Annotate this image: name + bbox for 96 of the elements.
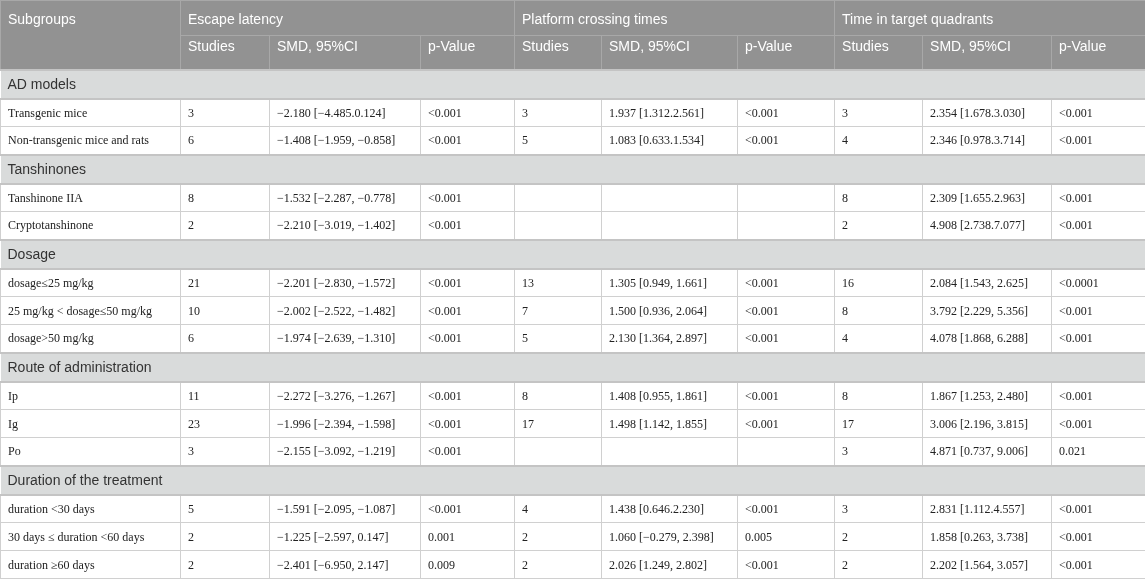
table-cell: <0.001 — [420, 296, 515, 325]
table-cell: 21 — [180, 268, 270, 297]
table-cell: <0.001 — [737, 98, 835, 127]
table-cell: Ip — [0, 381, 181, 410]
column-header: Escape latency — [180, 0, 515, 36]
table-cell: 1.937 [1.312.2.561] — [601, 98, 738, 127]
table-cell: <0.001 — [420, 409, 515, 438]
column-header: p-Value — [420, 35, 515, 70]
table-cell: 1.305 [0.949, 1.661] — [601, 268, 738, 297]
table-cell: 13 — [514, 268, 602, 297]
table-cell: <0.001 — [737, 268, 835, 297]
table-cell: <0.001 — [737, 381, 835, 410]
table-cell: 16 — [834, 268, 923, 297]
table-cell: −2.180 [−4.485.0.124] — [269, 98, 421, 127]
table-cell: <0.001 — [420, 381, 515, 410]
table-cell: 1.498 [1.142, 1.855] — [601, 409, 738, 438]
column-header: p-Value — [737, 35, 835, 70]
table-cell: 2 — [514, 522, 602, 551]
table-cell: 23 — [180, 409, 270, 438]
table-cell: 2.084 [1.543, 2.625] — [922, 268, 1052, 297]
table-cell: 8 — [834, 183, 923, 212]
table-cell: 2 — [180, 550, 270, 579]
table-cell: <0.001 — [420, 268, 515, 297]
table-cell: Ig — [0, 409, 181, 438]
table-cell: Tanshinone IIA — [0, 183, 181, 212]
column-header: Studies — [834, 35, 923, 70]
table-cell: 2 — [514, 550, 602, 579]
table-cell: 3.792 [2.229, 5.356] — [922, 296, 1052, 325]
table-cell: 3 — [514, 98, 602, 127]
section-header: Tanshinones — [0, 154, 1145, 184]
table-cell: 1.500 [0.936, 2.064] — [601, 296, 738, 325]
table-cell: −1.996 [−2.394, −1.598] — [269, 409, 421, 438]
table-cell: 0.001 — [420, 522, 515, 551]
table-cell: 5 — [180, 494, 270, 523]
table-cell: 1.060 [−0.279, 2.398] — [601, 522, 738, 551]
table-cell: −2.401 [−6.950, 2.147] — [269, 550, 421, 579]
table-cell: 10 — [180, 296, 270, 325]
table-cell: <0.001 — [420, 183, 515, 212]
section-header: Route of administration — [0, 352, 1145, 382]
table-cell: 1.438 [0.646.2.230] — [601, 494, 738, 523]
column-header: SMD, 95%CI — [269, 35, 421, 70]
table-cell: 2.202 [1.564, 3.057] — [922, 550, 1052, 579]
table-cell: 2 — [834, 550, 923, 579]
section-header: Duration of the treatment — [0, 465, 1145, 495]
table-cell: 8 — [180, 183, 270, 212]
table-cell: 17 — [514, 409, 602, 438]
column-header: p-Value — [1051, 35, 1145, 70]
table-cell: 1.408 [0.955, 1.861] — [601, 381, 738, 410]
table-cell: 11 — [180, 381, 270, 410]
table-cell: Transgenic mice — [0, 98, 181, 127]
table-cell: −1.532 [−2.287, −0.778] — [269, 183, 421, 212]
table-cell: duration ≥60 days — [0, 550, 181, 579]
table-cell: 8 — [834, 296, 923, 325]
column-header: Time in target quadrants — [834, 0, 1145, 36]
column-header: Studies — [180, 35, 270, 70]
table-cell: 3 — [834, 98, 923, 127]
table-cell: 3 — [834, 494, 923, 523]
table-cell: 0.005 — [737, 522, 835, 551]
table-cell: dosage≤25 mg/kg — [0, 268, 181, 297]
table-cell: 7 — [514, 296, 602, 325]
table-cell: 1.858 [0.263, 3.738] — [922, 522, 1052, 551]
table-cell: 2 — [180, 522, 270, 551]
table-cell: <0.001 — [420, 98, 515, 127]
table-cell: 3.006 [2.196, 3.815] — [922, 409, 1052, 438]
table-cell: 2.354 [1.678.3.030] — [922, 98, 1052, 127]
table-cell: 8 — [834, 381, 923, 410]
column-header: SMD, 95%CI — [922, 35, 1052, 70]
table-cell: −2.272 [−3.276, −1.267] — [269, 381, 421, 410]
table-cell: 4 — [514, 494, 602, 523]
table-cell: 2.831 [1.112.4.557] — [922, 494, 1052, 523]
table-cell: −1.225 [−2.597, 0.147] — [269, 522, 421, 551]
table-cell: 0.009 — [420, 550, 515, 579]
column-header: SMD, 95%CI — [601, 35, 738, 70]
table-cell: 2 — [834, 522, 923, 551]
table-cell: 8 — [514, 381, 602, 410]
table-cell: <0.001 — [737, 494, 835, 523]
table-cell: 1.867 [1.253, 2.480] — [922, 381, 1052, 410]
table-cell: duration <30 days — [0, 494, 181, 523]
table-cell: <0.001 — [737, 296, 835, 325]
table-cell: 25 mg/kg < dosage≤50 mg/kg — [0, 296, 181, 325]
table-cell: <0.001 — [737, 550, 835, 579]
table-cell: 30 days ≤ duration <60 days — [0, 522, 181, 551]
table-cell: −2.002 [−2.522, −1.482] — [269, 296, 421, 325]
section-header: Dosage — [0, 239, 1145, 269]
table-cell: <0.001 — [737, 409, 835, 438]
section-header: AD models — [0, 69, 1145, 99]
table-cell: 17 — [834, 409, 923, 438]
table-cell: −1.591 [−2.095, −1.087] — [269, 494, 421, 523]
table-cell: <0.001 — [420, 494, 515, 523]
table-cell: 2.309 [1.655.2.963] — [922, 183, 1052, 212]
table-cell: 2.026 [1.249, 2.802] — [601, 550, 738, 579]
column-header: Studies — [514, 35, 602, 70]
column-header: Subgroups — [0, 0, 181, 70]
table-cell: −2.201 [−2.830, −1.572] — [269, 268, 421, 297]
column-header: Platform crossing times — [514, 0, 835, 36]
table-cell: 3 — [180, 98, 270, 127]
